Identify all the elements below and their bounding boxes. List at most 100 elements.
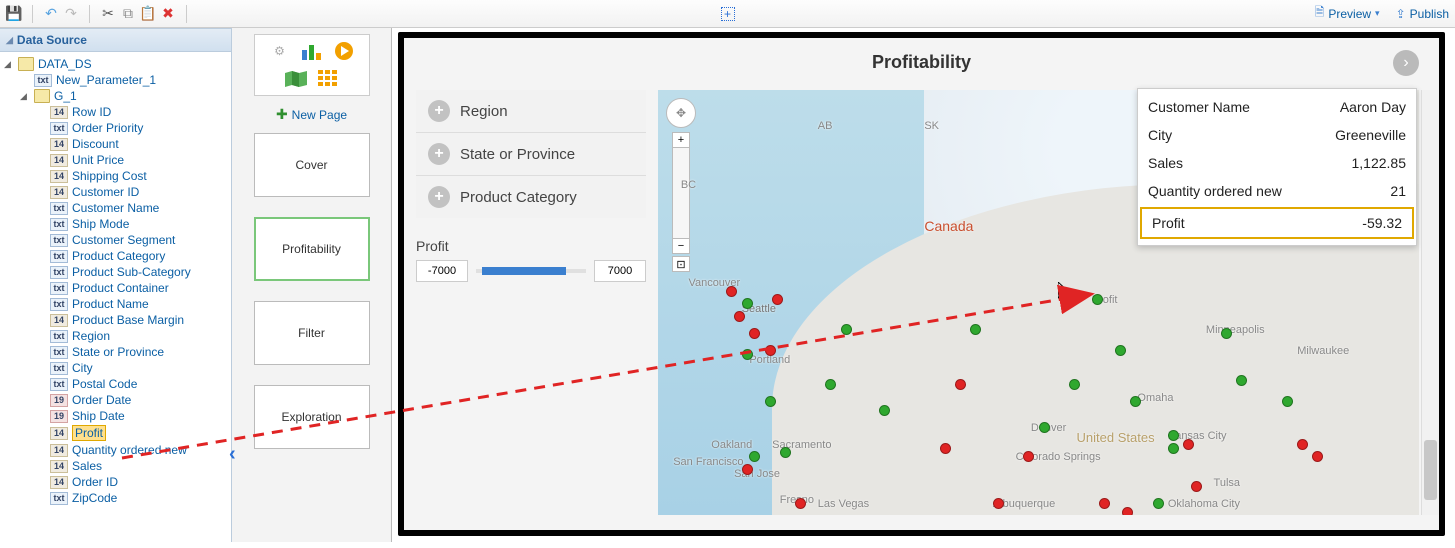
tree-field[interactable]: txtProduct Container <box>32 280 231 296</box>
type-badge: 14 <box>50 186 68 199</box>
field-label: Unit Price <box>72 153 124 167</box>
tooltip-row: Sales1,122.85 <box>1138 149 1416 177</box>
zoom-track[interactable] <box>672 148 690 238</box>
tree-field[interactable]: txtProduct Name <box>32 296 231 312</box>
data-source-sidebar: ◢ Data Source ◢ DATA_DS txtNew_Parameter… <box>0 28 232 542</box>
field-label: Quantity ordered new <box>72 443 187 457</box>
tooltip-row: CityGreeneville <box>1138 121 1416 149</box>
type-badge: 19 <box>50 394 68 407</box>
paste-icon[interactable]: 📋 <box>140 6 156 22</box>
tree-field[interactable]: txt Postal Code <box>32 376 231 392</box>
map-icon[interactable] <box>285 68 307 90</box>
map-label: Omaha <box>1137 392 1173 404</box>
tree-field[interactable]: txtShip Mode <box>32 216 231 232</box>
publish-link[interactable]: ⇪Publish <box>1396 7 1449 21</box>
field-label: Profit <box>72 425 106 441</box>
tree-field[interactable]: 19Ship Date <box>32 408 231 424</box>
zoom-out-button[interactable]: − <box>672 238 690 254</box>
tree-field[interactable]: 14Quantity ordered new <box>32 442 231 458</box>
tree-field[interactable]: txtProduct Sub-Category <box>32 264 231 280</box>
slider-label: Profit <box>416 238 646 254</box>
widget-palette[interactable]: ⚙ <box>254 34 370 96</box>
type-badge: txt <box>50 362 68 375</box>
save-icon[interactable]: 💾 <box>6 6 22 22</box>
folder-icon <box>34 89 50 103</box>
map-label: Las Vegas <box>818 498 869 510</box>
vertical-scrollbar[interactable] <box>1421 90 1439 515</box>
field-label: Sales <box>72 459 102 473</box>
data-source-header[interactable]: ◢ Data Source <box>0 28 231 52</box>
field-label: City <box>72 361 93 375</box>
tree-field[interactable]: 14Product Base Margin <box>32 312 231 328</box>
map-label: AB <box>818 120 833 132</box>
tree-field[interactable]: txtState or Province <box>32 344 231 360</box>
tree-field[interactable]: txt Product Category <box>32 248 231 264</box>
play-icon[interactable] <box>333 40 355 62</box>
tree-field[interactable]: 14 Customer ID <box>32 184 231 200</box>
field-label: Product Sub-Category <box>72 265 191 279</box>
type-badge: txt <box>50 378 68 391</box>
compass-icon[interactable]: ✥ <box>666 98 696 128</box>
tree-field[interactable]: txtCustomer Name <box>32 200 231 216</box>
tree-group[interactable]: ◢G_1 <box>16 88 231 104</box>
field-label: Customer ID <box>72 185 139 199</box>
tree-root[interactable]: ◢ DATA_DS <box>0 56 231 72</box>
next-page-button[interactable]: › <box>1393 50 1419 76</box>
field-label: Product Category <box>72 249 165 263</box>
map-label: San Francisco <box>673 456 743 468</box>
tree-field[interactable]: 14Discount <box>32 136 231 152</box>
add-dashboard-icon[interactable]: + <box>721 7 735 21</box>
preview-link[interactable]: 🗎Preview▾ <box>1315 3 1380 24</box>
tree-field[interactable]: txtOrder Priority <box>32 120 231 136</box>
zoom-fit-button[interactable]: ⊡ <box>672 256 690 272</box>
tree-field[interactable]: 14Sales <box>32 458 231 474</box>
slider-min[interactable]: -7000 <box>416 260 468 282</box>
page-thumb[interactable]: Filter <box>254 301 370 365</box>
field-label: Row ID <box>72 105 111 119</box>
zoom-in-button[interactable]: + <box>672 132 690 148</box>
type-badge: txt <box>50 250 68 263</box>
preview-icon: 🗎 <box>1315 3 1325 24</box>
gear-icon[interactable]: ⚙ <box>269 40 291 62</box>
barchart-icon[interactable] <box>301 40 323 62</box>
tree-field[interactable]: txtRegion <box>32 328 231 344</box>
tree-field[interactable]: 14Shipping Cost <box>32 168 231 184</box>
filter-state[interactable]: +State or Province <box>416 133 646 176</box>
page-thumb[interactable]: Cover <box>254 133 370 197</box>
tree-field[interactable]: 19Order Date <box>32 392 231 408</box>
tree-field[interactable]: txt City <box>32 360 231 376</box>
grid-icon[interactable] <box>317 68 339 90</box>
plus-icon: ✚ <box>276 106 288 123</box>
map-label: United States <box>1077 430 1155 445</box>
type-badge: txt <box>50 234 68 247</box>
type-badge: 14 <box>50 106 68 119</box>
cut-icon[interactable]: ✂ <box>100 6 116 22</box>
filter-product-category[interactable]: +Product Category <box>416 176 646 218</box>
tree-field[interactable]: 14 Row ID <box>32 104 231 120</box>
field-label: Product Container <box>72 281 169 295</box>
new-page-button[interactable]: ✚ New Page <box>276 102 347 127</box>
tree-field[interactable]: 14Profit <box>32 424 231 442</box>
filter-region[interactable]: +Region <box>416 90 646 133</box>
filter-panel: +Region +State or Province +Product Cate… <box>416 90 646 218</box>
tree-field[interactable]: txtZipCode <box>32 490 231 506</box>
map-label: SK <box>924 120 939 132</box>
tree-field[interactable]: txtCustomer Segment <box>32 232 231 248</box>
tooltip-row: Quantity ordered new21 <box>1138 177 1416 205</box>
undo-icon[interactable]: ↶ <box>43 6 59 22</box>
map-label: Canada <box>924 218 973 234</box>
page-thumb[interactable]: Exploration <box>254 385 370 449</box>
field-label: Shipping Cost <box>72 169 147 183</box>
redo-icon[interactable]: ↷ <box>63 6 79 22</box>
tree-param[interactable]: txtNew_Parameter_1 <box>16 72 231 88</box>
slider-max[interactable]: 7000 <box>594 260 646 282</box>
delete-icon[interactable]: ✖ <box>160 6 176 22</box>
slider-track[interactable] <box>476 263 586 279</box>
field-label: Postal Code <box>72 377 137 391</box>
data-tooltip: Customer NameAaron DayCityGreenevilleSal… <box>1137 88 1417 246</box>
collapse-sidebar-chevron[interactable]: ‹ <box>229 443 236 466</box>
copy-icon[interactable]: ⧉ <box>120 6 136 22</box>
tree-field[interactable]: 14Unit Price <box>32 152 231 168</box>
tree-field[interactable]: 14Order ID <box>32 474 231 490</box>
page-thumb[interactable]: Profitability <box>254 217 370 281</box>
